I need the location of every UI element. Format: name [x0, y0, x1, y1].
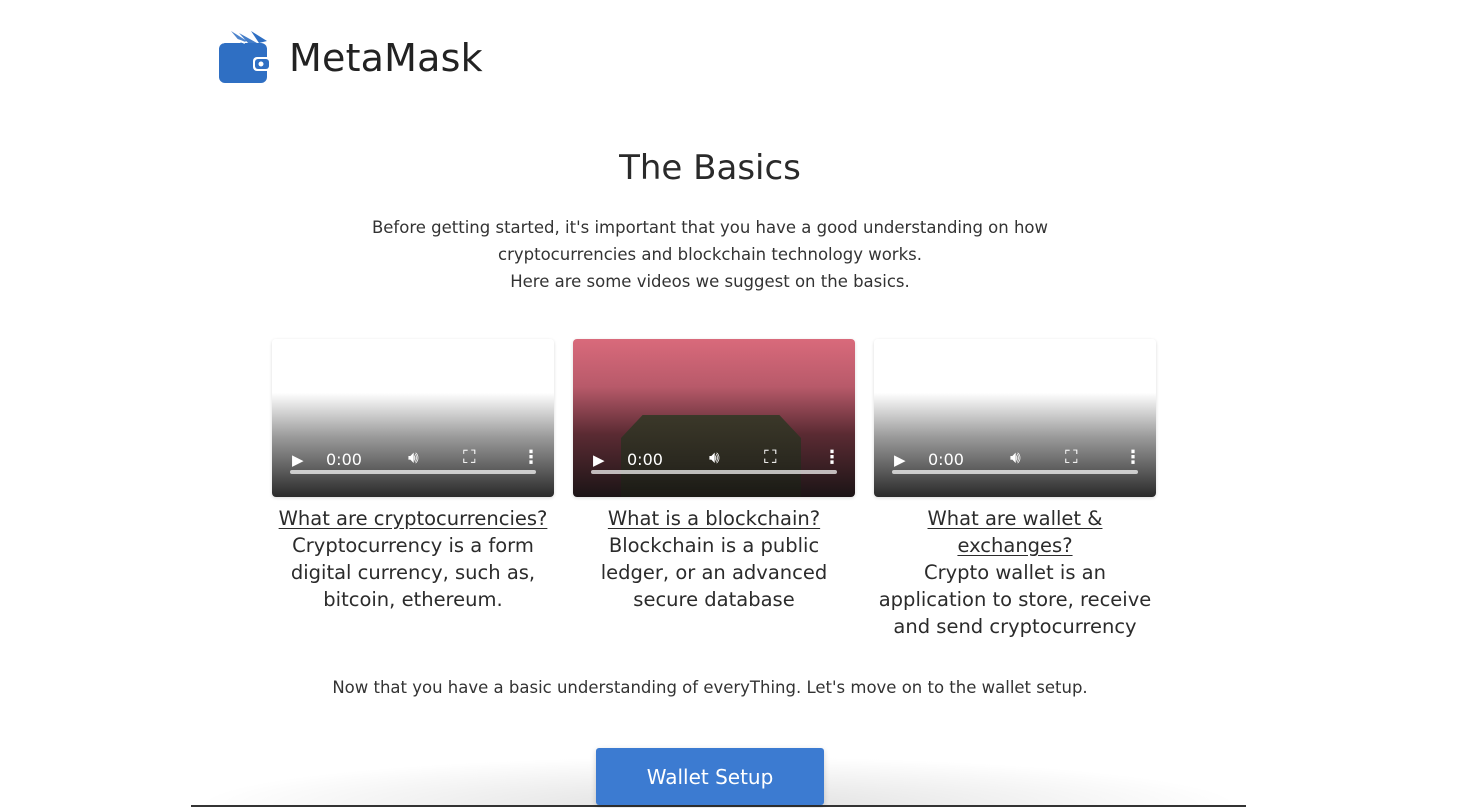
video-player[interactable]: ▶ 0:00 🔊︎ ⛶ ⋮: [874, 339, 1156, 497]
video-player[interactable]: ▶ 0:00 🔊︎ ⛶ ⋮: [272, 339, 554, 497]
video-progress-bar[interactable]: [591, 470, 837, 474]
video-link[interactable]: What are cryptocurrencies?: [279, 507, 548, 530]
more-vertical-icon[interactable]: ⋮: [522, 449, 540, 467]
more-vertical-icon[interactable]: ⋮: [823, 449, 841, 467]
wallet-icon: [219, 31, 271, 83]
video-description: Cryptocurrency is a form digital currenc…: [290, 534, 536, 611]
video-progress-bar[interactable]: [892, 470, 1138, 474]
video-progress-bar[interactable]: [290, 470, 536, 474]
video-caption: What are cryptocurrencies? Cryptocurrenc…: [272, 505, 554, 613]
video-controls: ▶ 0:00 🔊︎ ⛶ ⋮: [272, 427, 554, 497]
video-player[interactable]: ▶ 0:00 🔊︎ ⛶ ⋮: [573, 339, 855, 497]
divider: [191, 805, 1246, 807]
video-card: ▶ 0:00 🔊︎ ⛶ ⋮ What are cryptocurrencies?…: [272, 339, 554, 613]
fullscreen-icon[interactable]: ⛶: [764, 449, 777, 467]
video-grid: ▶ 0:00 🔊︎ ⛶ ⋮ What are cryptocurrencies?…: [272, 339, 1162, 638]
video-time: 0:00: [627, 450, 663, 469]
video-description: Blockchain is a public ledger, or an adv…: [600, 534, 828, 611]
fullscreen-icon[interactable]: ⛶: [463, 449, 476, 467]
wallet-setup-button[interactable]: Wallet Setup: [596, 748, 824, 805]
play-icon[interactable]: ▶: [593, 451, 605, 469]
video-card: ▶ 0:00 🔊︎ ⛶ ⋮ What is a blockchain? Bloc…: [573, 339, 855, 613]
play-icon[interactable]: ▶: [292, 451, 304, 469]
video-caption: What is a blockchain? Blockchain is a pu…: [573, 505, 855, 613]
brand-name: MetaMask: [289, 36, 483, 80]
page-title: The Basics: [619, 148, 801, 188]
brand-header[interactable]: MetaMask: [217, 28, 483, 88]
video-time: 0:00: [928, 450, 964, 469]
video-caption: What are wallet & exchanges? Crypto wall…: [874, 505, 1156, 640]
video-link[interactable]: What are wallet & exchanges?: [928, 507, 1103, 557]
outro-text: Now that you have a basic understanding …: [332, 678, 1088, 697]
volume-icon[interactable]: 🔊︎: [1010, 449, 1021, 467]
video-time: 0:00: [326, 450, 362, 469]
video-controls: ▶ 0:00 🔊︎ ⛶ ⋮: [573, 427, 855, 497]
video-description: Crypto wallet is an application to store…: [878, 561, 1152, 638]
volume-icon[interactable]: 🔊︎: [408, 449, 419, 467]
volume-icon[interactable]: 🔊︎: [709, 449, 720, 467]
page: MetaMask The Basics Before getting start…: [0, 0, 1470, 808]
video-link[interactable]: What is a blockchain?: [608, 507, 820, 530]
play-icon[interactable]: ▶: [894, 451, 906, 469]
intro-text: Before getting started, it's important t…: [370, 214, 1050, 295]
intro-line: Here are some videos we suggest on the b…: [510, 272, 910, 291]
intro-line: Before getting started, it's important t…: [371, 218, 1049, 237]
video-card: ▶ 0:00 🔊︎ ⛶ ⋮ What are wallet & exchange…: [874, 339, 1156, 640]
fullscreen-icon[interactable]: ⛶: [1065, 449, 1078, 467]
intro-line: cryptocurrencies and blockchain technolo…: [498, 245, 922, 264]
video-controls: ▶ 0:00 🔊︎ ⛶ ⋮: [874, 427, 1156, 497]
more-vertical-icon[interactable]: ⋮: [1124, 449, 1142, 467]
